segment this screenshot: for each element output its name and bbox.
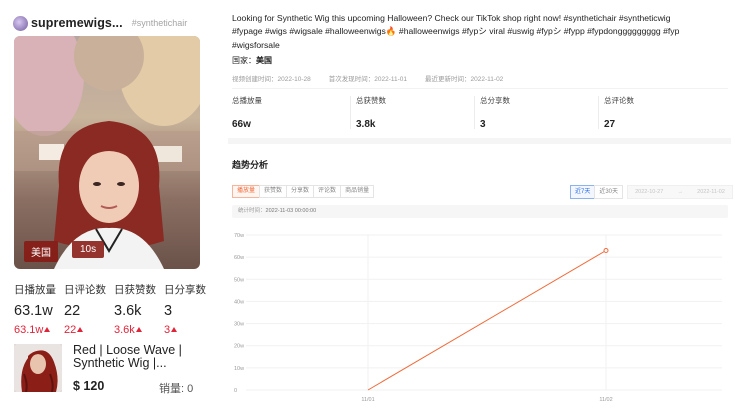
video-card: supremewigs... #synthetichair 美国 10s 日播放… bbox=[0, 0, 214, 415]
y-tick-label: 40w bbox=[234, 299, 244, 305]
total-stat-shares: 总分享数 3 bbox=[474, 89, 604, 132]
country-row: 国家：美国 bbox=[232, 55, 272, 66]
author-row[interactable]: supremewigs... #synthetichair bbox=[13, 13, 187, 33]
total-stat-comments: 总评论数 27 bbox=[598, 89, 728, 132]
total-stat-value: 3.8k bbox=[356, 119, 376, 130]
country-label: 国家： bbox=[232, 56, 256, 65]
tab-likes[interactable]: 获赞数 bbox=[259, 185, 288, 198]
range-7-days-button[interactable]: 近7天 bbox=[570, 185, 596, 199]
data-point bbox=[603, 248, 609, 253]
daily-stat-value: 3.6k bbox=[114, 303, 142, 319]
date-range-start: 2022-10-27 bbox=[635, 189, 664, 195]
daily-stat-delta: 22 bbox=[64, 324, 114, 336]
daily-stat-label: 日播放量 bbox=[14, 284, 56, 296]
daily-stat-delta: 3.6k bbox=[114, 324, 164, 336]
y-tick-label: 30w bbox=[234, 322, 244, 328]
product-card[interactable]: Red | Loose Wave | Synthetic Wig |... $ … bbox=[14, 344, 214, 395]
daily-stat-delta: 63.1w bbox=[14, 324, 64, 336]
delta-value: 63.1w bbox=[14, 324, 44, 336]
x-tick-label: 11/01 bbox=[361, 397, 374, 403]
daily-stat-value: 63.1w bbox=[14, 303, 53, 319]
daily-stat-label: 日评论数 bbox=[64, 284, 106, 296]
y-tick-label: 20w bbox=[234, 344, 244, 350]
delta-value: 3.6k bbox=[114, 324, 135, 336]
product-thumbnail-image bbox=[14, 344, 62, 392]
tab-plays[interactable]: 播放量 bbox=[232, 185, 261, 198]
y-tick-label: 70w bbox=[234, 233, 244, 239]
daily-stats: 日播放量 63.1w 63.1w 日评论数 22 22 日获赞数 3.6k 3.… bbox=[14, 282, 214, 336]
author-hashtag[interactable]: #synthetichair bbox=[132, 18, 188, 28]
product-sales: 销量: 0 bbox=[159, 383, 194, 395]
daily-stat-comments: 日评论数 22 22 bbox=[64, 282, 114, 336]
last-updated-date: 最近更新时间：2022-11-02 bbox=[425, 76, 504, 83]
daily-stat-plays: 日播放量 63.1w 63.1w bbox=[14, 282, 64, 336]
date-row: 视频创建时间：2022-10-28 首次发现时间：2022-11-01 最近更新… bbox=[232, 73, 521, 83]
delta-value: 22 bbox=[64, 324, 77, 336]
trend-chart-plot[interactable]: 0 10w 20w 30w 40w 50w 60w 70w 11/01 11/02 bbox=[232, 213, 728, 405]
date-range-end: 2022-11-02 bbox=[697, 189, 725, 195]
country-badge: 美国 bbox=[24, 241, 58, 262]
daily-stat-shares: 日分享数 3 3 bbox=[164, 282, 214, 336]
total-stat-value: 27 bbox=[604, 119, 616, 130]
date-range-separator: → bbox=[677, 189, 683, 195]
trend-title: 趋势分析 bbox=[232, 160, 269, 170]
country-value: 美国 bbox=[256, 56, 272, 65]
series-line bbox=[367, 250, 607, 391]
tab-comments[interactable]: 评论数 bbox=[313, 185, 342, 198]
tab-product-sales[interactable]: 商品销量 bbox=[340, 185, 375, 198]
tab-shares[interactable]: 分享数 bbox=[286, 185, 315, 198]
arrow-up-icon bbox=[171, 326, 178, 332]
arrow-up-icon bbox=[77, 326, 84, 332]
total-stat-likes: 总获赞数 3.8k bbox=[350, 89, 480, 132]
section-divider bbox=[228, 138, 731, 144]
total-stat-label: 总获赞数 bbox=[356, 96, 386, 105]
daily-stat-label: 日分享数 bbox=[164, 284, 206, 296]
daily-stat-value: 22 bbox=[64, 303, 81, 319]
author-avatar[interactable] bbox=[13, 15, 28, 31]
total-stat-plays: 总播放量 66w bbox=[232, 89, 356, 132]
x-tick-label: 11/02 bbox=[599, 397, 612, 403]
duration-badge: 10s bbox=[72, 241, 105, 258]
total-stats: 总播放量 66w 总获赞数 3.8k 总分享数 3 总评论数 27 bbox=[232, 88, 728, 132]
total-stat-label: 总评论数 bbox=[604, 96, 634, 105]
y-tick-label: 0 bbox=[234, 388, 237, 394]
date-range-controls: 近7天 近30天 2022-10-27 → 2022-11-02 bbox=[570, 185, 734, 199]
daily-stat-value: 3 bbox=[164, 303, 173, 319]
arrow-up-icon bbox=[44, 326, 51, 332]
y-tick-label: 60w bbox=[234, 255, 244, 261]
video-details: Looking for Synthetic Wig this upcoming … bbox=[228, 0, 735, 415]
product-thumbnail[interactable] bbox=[14, 344, 62, 392]
date-range-picker[interactable]: 2022-10-27 → 2022-11-02 bbox=[627, 185, 734, 199]
created-date: 视频创建时间：2022-10-28 bbox=[232, 76, 311, 83]
trend-chart: 统计时间：2022-11-03 00:00:00 0 10w 20w 30w 40w 50… bbox=[232, 205, 728, 405]
total-stat-label: 总播放量 bbox=[232, 96, 262, 105]
total-stat-value: 3 bbox=[480, 119, 486, 130]
video-cover[interactable]: 美国 10s bbox=[14, 36, 200, 269]
metric-tabs: 播放量 获赞数 分享数 评论数 商品销量 bbox=[232, 185, 375, 198]
author-name[interactable]: supremewigs... bbox=[31, 16, 123, 30]
delta-value: 3 bbox=[164, 324, 171, 336]
video-cover-image bbox=[14, 36, 200, 269]
arrow-up-icon bbox=[135, 326, 142, 332]
daily-stat-delta: 3 bbox=[164, 324, 214, 336]
video-description: Looking for Synthetic Wig this upcoming … bbox=[232, 13, 680, 50]
total-stat-label: 总分享数 bbox=[480, 96, 510, 105]
y-tick-label: 50w bbox=[234, 277, 244, 283]
range-30-days-button[interactable]: 近30天 bbox=[594, 185, 624, 199]
daily-stat-likes: 日获赞数 3.6k 3.6k bbox=[114, 282, 164, 336]
total-stat-value: 66w bbox=[232, 119, 251, 130]
y-tick-label: 10w bbox=[234, 366, 244, 372]
first-seen-date: 首次发现时间：2022-11-01 bbox=[328, 76, 408, 83]
product-price: $ 120 bbox=[73, 379, 105, 393]
product-title[interactable]: Red | Loose Wave | Synthetic Wig |... bbox=[73, 344, 213, 370]
daily-stat-label: 日获赞数 bbox=[114, 284, 156, 296]
